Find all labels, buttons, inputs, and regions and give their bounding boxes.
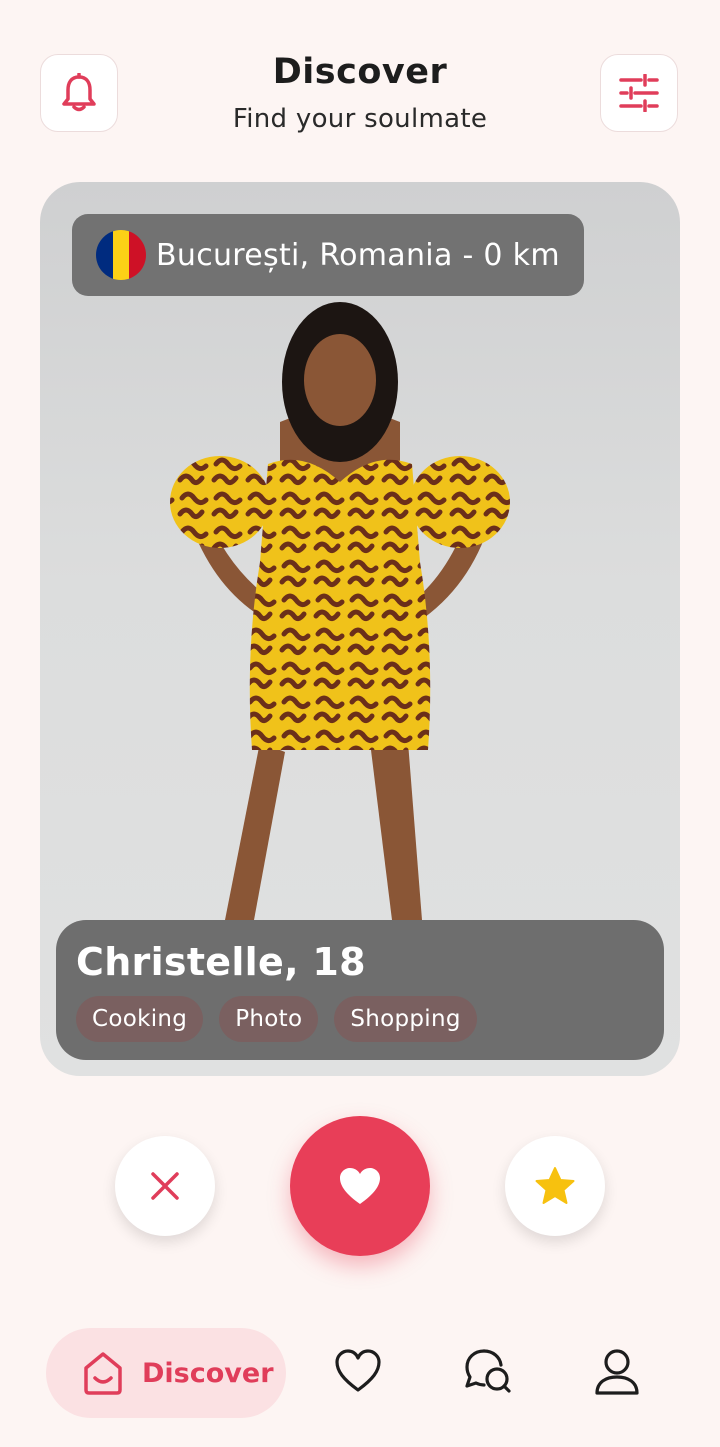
close-icon [151, 1172, 179, 1200]
interest-tag: Photo [219, 996, 319, 1042]
heart-outline-icon [335, 1349, 381, 1392]
profile-info-panel: Christelle, 18 Cooking Photo Shopping [56, 920, 664, 1060]
location-text: București, Romania - 0 km [156, 237, 560, 273]
nav-matches[interactable] [334, 1348, 382, 1398]
superlike-button[interactable] [505, 1136, 605, 1236]
nav-discover-label: Discover [142, 1357, 274, 1389]
sliders-icon [619, 74, 659, 112]
nav-discover[interactable]: Discover [46, 1328, 286, 1418]
heart-icon [340, 1168, 380, 1204]
profile-name-age: Christelle, 18 [76, 940, 366, 984]
interest-tags: Cooking Photo Shopping [76, 996, 644, 1042]
like-button[interactable] [290, 1116, 430, 1256]
nav-messages[interactable] [464, 1348, 512, 1398]
location-badge: București, Romania - 0 km [72, 214, 584, 296]
interest-tag: Shopping [334, 996, 477, 1042]
filter-button[interactable] [600, 54, 678, 132]
nav-profile[interactable] [594, 1348, 640, 1400]
user-icon [595, 1349, 639, 1395]
romania-flag-icon [96, 230, 146, 280]
interest-tag: Cooking [76, 996, 204, 1042]
profile-card[interactable]: București, Romania - 0 km Christelle, 18… [40, 182, 680, 1076]
chat-icon [465, 1349, 511, 1393]
star-icon [535, 1167, 575, 1204]
home-icon [84, 1352, 122, 1395]
dislike-button[interactable] [115, 1136, 215, 1236]
